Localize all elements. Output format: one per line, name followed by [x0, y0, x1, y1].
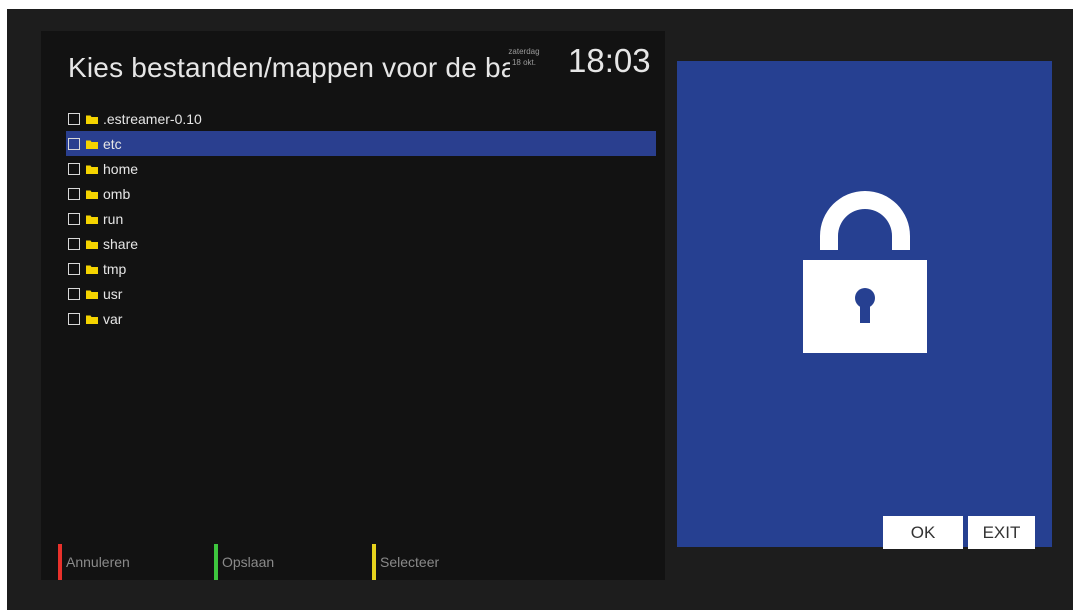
checkbox[interactable] [68, 237, 80, 250]
folder-icon [86, 240, 98, 249]
yellow-key-indicator [372, 544, 376, 580]
date-label: 18 okt. [511, 58, 536, 67]
folder-icon [86, 165, 98, 174]
list-item[interactable]: tmp [66, 256, 656, 281]
list-item[interactable]: home [66, 156, 656, 181]
file-name: home [103, 160, 139, 177]
date-display: zaterdag 18 okt. [506, 46, 542, 68]
folder-icon [86, 215, 98, 224]
page-title: Kies bestanden/mappen voor de backup [68, 52, 510, 83]
list-item[interactable]: etc [66, 131, 656, 156]
ok-button[interactable]: OK [883, 516, 963, 549]
list-item[interactable]: omb [66, 181, 656, 206]
file-name: var [103, 310, 123, 327]
yellow-key-button[interactable]: Selecteer [372, 544, 439, 580]
folder-icon [86, 115, 98, 124]
checkbox[interactable] [68, 137, 80, 150]
list-item[interactable]: .estreamer-0.10 [66, 106, 656, 131]
yellow-key-label: Selecteer [380, 554, 440, 570]
green-key-indicator [214, 544, 218, 580]
checkbox[interactable] [68, 162, 80, 175]
list-item[interactable]: share [66, 231, 656, 256]
list-item[interactable]: run [66, 206, 656, 231]
weekday-label: zaterdag [508, 47, 540, 56]
checkbox[interactable] [68, 262, 80, 275]
file-name: tmp [103, 260, 127, 277]
red-key-label: Annuleren [66, 554, 130, 570]
red-key-button[interactable]: Annuleren [58, 544, 130, 580]
file-name: share [103, 235, 139, 252]
exit-button[interactable]: EXIT [968, 516, 1035, 549]
list-item[interactable]: var [66, 306, 656, 331]
file-list: .estreamer-0.10 etc home omb run share t… [66, 106, 656, 331]
folder-icon [86, 290, 98, 299]
file-name: etc [103, 135, 122, 152]
list-item[interactable]: usr [66, 281, 656, 306]
file-name: .estreamer-0.10 [103, 110, 202, 127]
folder-icon [86, 265, 98, 274]
folder-icon [86, 190, 98, 199]
folder-icon [86, 315, 98, 324]
red-key-indicator [58, 544, 62, 580]
lock-icon [803, 191, 927, 353]
green-key-label: Opslaan [222, 554, 275, 570]
checkbox[interactable] [68, 312, 80, 325]
file-name: run [103, 210, 124, 227]
green-key-button[interactable]: Opslaan [214, 544, 274, 580]
checkbox[interactable] [68, 212, 80, 225]
checkbox[interactable] [68, 112, 80, 125]
file-name: omb [103, 185, 131, 202]
checkbox[interactable] [68, 187, 80, 200]
checkbox[interactable] [68, 287, 80, 300]
clock: 18:03 [568, 42, 651, 79]
folder-icon [86, 140, 98, 149]
file-name: usr [103, 285, 123, 302]
